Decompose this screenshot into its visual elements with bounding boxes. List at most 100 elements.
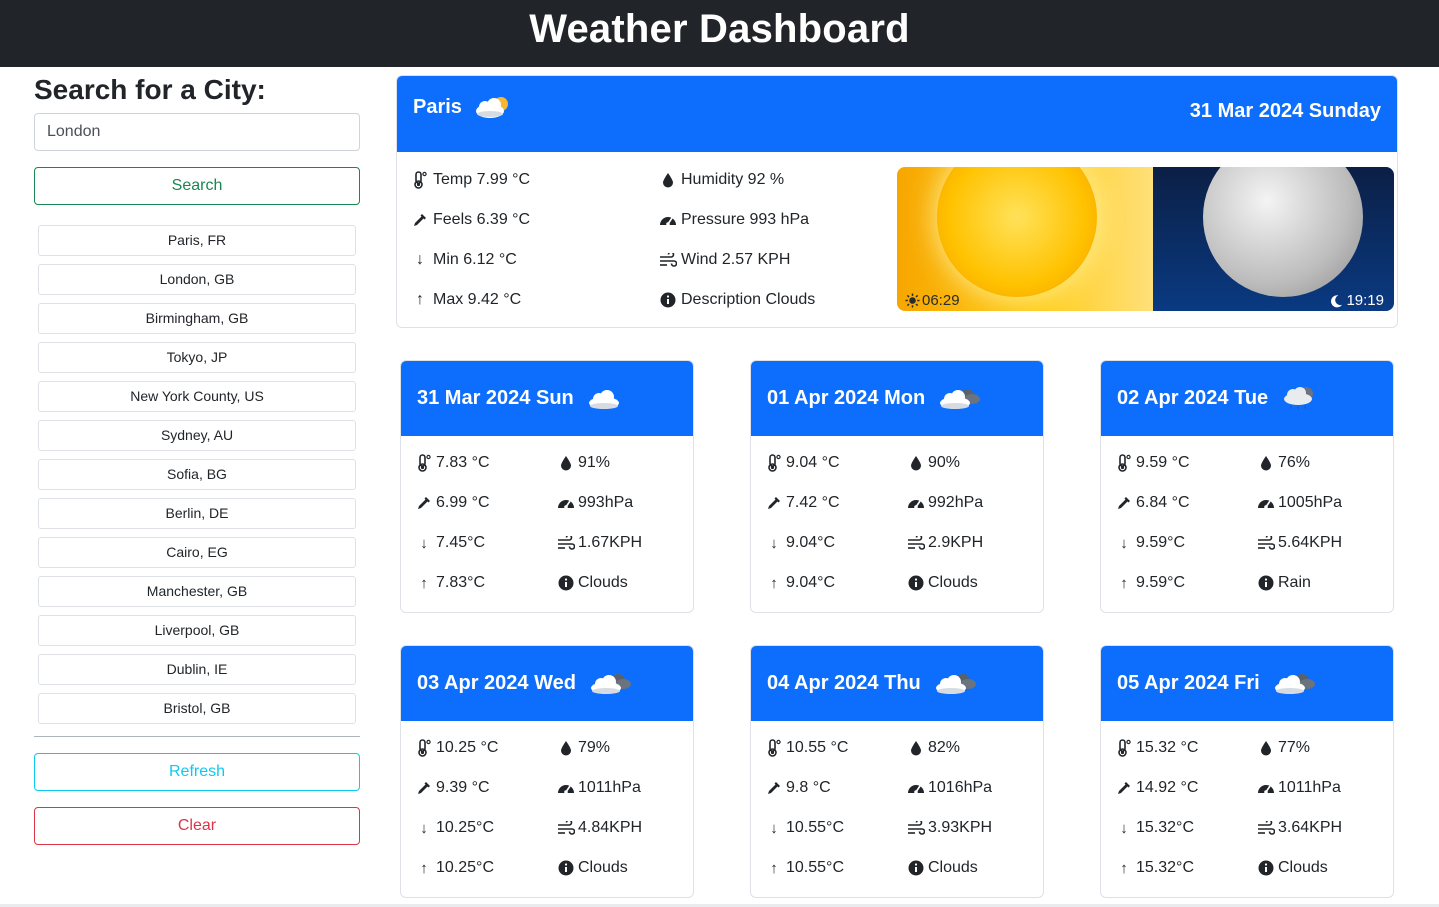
forecast-max: ↑ 10.55°C <box>765 859 844 877</box>
history-item[interactable]: London, GB <box>38 264 356 295</box>
forecast-card-header: 31 Mar 2024 Sun <box>401 361 693 436</box>
search-button[interactable]: Search <box>34 167 360 205</box>
arrow-down-icon: ↓ <box>770 534 778 552</box>
forecast-temp: 7.83 °C <box>415 454 490 472</box>
forecast-temp: 9.04 °C <box>765 454 840 472</box>
forecast-card: 03 Apr 2024 Wed 10.25 °C 9.39 °C ↓ 10.25°C ↑ 1… <box>400 645 694 898</box>
sunrise-time: 06:29 <box>905 292 960 309</box>
history-item[interactable]: Dublin, IE <box>38 654 356 685</box>
arrow-down-icon: ↓ <box>420 819 428 837</box>
arrow-up-icon: ↑ <box>770 859 778 877</box>
forecast-humidity: 79% <box>557 739 610 757</box>
history-item[interactable]: Liverpool, GB <box>38 615 356 646</box>
arrow-up-icon: ↑ <box>1120 574 1128 592</box>
forecast-card-header: 03 Apr 2024 Wed <box>401 646 693 721</box>
forecast-humidity: 91% <box>557 454 610 472</box>
forecast-date: 01 Apr 2024 Mon <box>767 387 926 409</box>
current-date: 31 Mar 2024 Sunday <box>1189 100 1381 122</box>
forecast-humidity: 77% <box>1257 739 1310 757</box>
forecast-wind: 1.67KPH <box>557 534 642 552</box>
forecast-wind: 4.84KPH <box>557 819 642 837</box>
wind-icon <box>907 821 925 835</box>
eyedropper-icon <box>1115 495 1133 511</box>
forecast-min: ↓ 9.04°C <box>765 534 835 552</box>
history-item[interactable]: Bristol, GB <box>38 693 356 724</box>
forecast-description: Clouds <box>557 859 628 877</box>
history-item[interactable]: Manchester, GB <box>38 576 356 607</box>
history-item[interactable]: Sydney, AU <box>38 420 356 451</box>
forecast-description: Clouds <box>907 574 978 592</box>
speedometer-icon <box>659 213 677 227</box>
info-icon <box>1257 575 1275 591</box>
info-icon <box>557 575 575 591</box>
eyedropper-icon <box>765 780 783 796</box>
sun-image <box>897 167 1153 311</box>
current-description: Description Clouds <box>659 291 815 309</box>
arrow-up-icon: ↑ <box>420 859 428 877</box>
forecast-max: ↑ 9.04°C <box>765 574 835 592</box>
thermometer-icon <box>1115 739 1133 757</box>
forecast-date: 02 Apr 2024 Tue <box>1117 387 1269 409</box>
forecast-max: ↑ 10.25°C <box>415 859 494 877</box>
forecast-card-header: 01 Apr 2024 Mon <box>751 361 1043 436</box>
current-max: ↑ Max 9.42 °C <box>411 291 521 309</box>
forecast-pressure: 1016hPa <box>907 779 992 797</box>
forecast-max: ↑ 9.59°C <box>1115 574 1185 592</box>
history-item[interactable]: Birmingham, GB <box>38 303 356 334</box>
history-item[interactable]: New York County, US <box>38 381 356 412</box>
thermometer-icon <box>411 171 429 189</box>
eyedropper-icon <box>765 495 783 511</box>
current-min: ↓ Min 6.12 °C <box>411 251 517 269</box>
forecast-description: Clouds <box>1257 859 1328 877</box>
search-heading: Search for a City: <box>34 74 266 105</box>
wind-icon <box>659 253 677 267</box>
arrow-up-icon: ↑ <box>1120 859 1128 877</box>
arrow-down-icon: ↓ <box>420 534 428 552</box>
droplet-icon <box>1257 740 1275 756</box>
cloud-dark-icon <box>588 672 632 696</box>
droplet-icon <box>907 740 925 756</box>
current-humidity: Humidity 92 % <box>659 171 784 189</box>
history-item[interactable]: Berlin, DE <box>38 498 356 529</box>
forecast-temp: 10.55 °C <box>765 739 848 757</box>
cloud-dark-icon <box>937 387 981 411</box>
forecast-wind: 3.93KPH <box>907 819 992 837</box>
cloud-dark-icon <box>933 672 977 696</box>
current-pressure: Pressure 993 hPa <box>659 211 809 229</box>
arrow-down-icon: ↓ <box>770 819 778 837</box>
wind-icon <box>557 536 575 550</box>
sidebar: Search for a City: Search Paris, FR Lond… <box>34 70 360 845</box>
droplet-icon <box>1257 455 1275 471</box>
thermometer-icon <box>415 739 433 757</box>
speedometer-icon <box>557 781 575 795</box>
thermometer-icon <box>415 454 433 472</box>
forecast-wind: 3.64KPH <box>1257 819 1342 837</box>
current-feels: Feels 6.39 °C <box>411 211 530 229</box>
forecast-date: 04 Apr 2024 Thu <box>767 672 921 694</box>
forecast-feels: 6.84 °C <box>1115 494 1190 512</box>
info-icon <box>907 860 925 876</box>
refresh-button[interactable]: Refresh <box>34 753 360 791</box>
forecast-description: Clouds <box>557 574 628 592</box>
forecast-min: ↓ 10.25°C <box>415 819 494 837</box>
city-search-input[interactable] <box>34 113 360 151</box>
forecast-description: Rain <box>1257 574 1311 592</box>
forecast-pressure: 1011hPa <box>557 779 641 797</box>
arrow-up-icon: ↑ <box>770 574 778 592</box>
forecast-card: 02 Apr 2024 Tue 9.59 °C 6.84 °C ↓ 9.59°C ↑ 9.5… <box>1100 360 1394 613</box>
clear-button[interactable]: Clear <box>34 807 360 845</box>
eyedropper-icon <box>415 495 433 511</box>
history-item[interactable]: Cairo, EG <box>38 537 356 568</box>
info-icon <box>557 860 575 876</box>
wind-icon <box>1257 536 1275 550</box>
forecast-description: Clouds <box>907 859 978 877</box>
forecast-humidity: 90% <box>907 454 960 472</box>
history-item[interactable]: Paris, FR <box>38 225 356 256</box>
forecast-card-header: 02 Apr 2024 Tue <box>1101 361 1393 436</box>
history-item[interactable]: Sofia, BG <box>38 459 356 490</box>
forecast-humidity: 76% <box>1257 454 1310 472</box>
wind-icon <box>1257 821 1275 835</box>
history-item[interactable]: Tokyo, JP <box>38 342 356 373</box>
rain-cloud-icon <box>1280 385 1320 413</box>
thermometer-icon <box>765 739 783 757</box>
